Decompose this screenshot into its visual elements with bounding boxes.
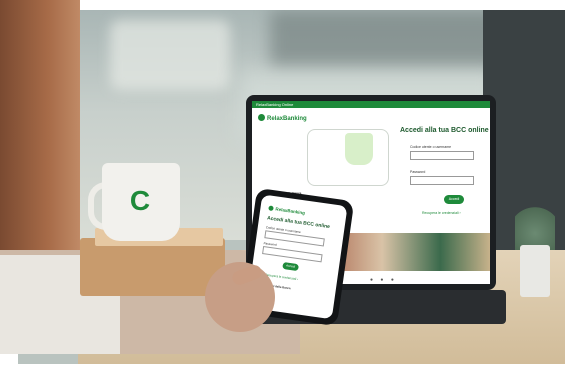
tablet-topbar-text: RelaxBanking Online [256,102,294,107]
window-blur [110,20,230,90]
phone-brand-text: RelaxBanking [275,206,306,216]
phone-password-input[interactable] [262,246,323,263]
phone-brand: RelaxBanking [268,205,306,216]
tablet-forgot-link[interactable]: Recupera le credenziali › [422,211,461,215]
tablet-login-button[interactable]: Accedi [444,195,464,204]
tablet-user-input[interactable] [410,151,474,160]
carousel-dots[interactable]: ● ● ● [370,277,397,283]
book-stack [80,238,225,296]
tablet-brand: RelaxBanking [258,114,307,122]
bcc-logo-icon [258,114,265,121]
bcc-logo-icon: C [129,185,151,216]
phone-login-button[interactable]: Accedi [282,261,300,272]
plant [515,195,555,250]
tablet-illustration-cup [345,133,373,165]
tablet-password-label: Password [410,170,426,174]
window-blur [270,10,500,70]
tablet-login-title: Accedi alla tua BCC online [400,127,489,134]
tablet-user-label: Codice utente o username [410,145,452,149]
tablet-topbar: RelaxBanking Online [252,101,490,108]
tablet-password-input[interactable] [410,176,474,185]
plant-pot [520,245,550,297]
bcc-logo-icon [268,205,274,212]
tablet-brand-text: RelaxBanking [267,116,307,122]
